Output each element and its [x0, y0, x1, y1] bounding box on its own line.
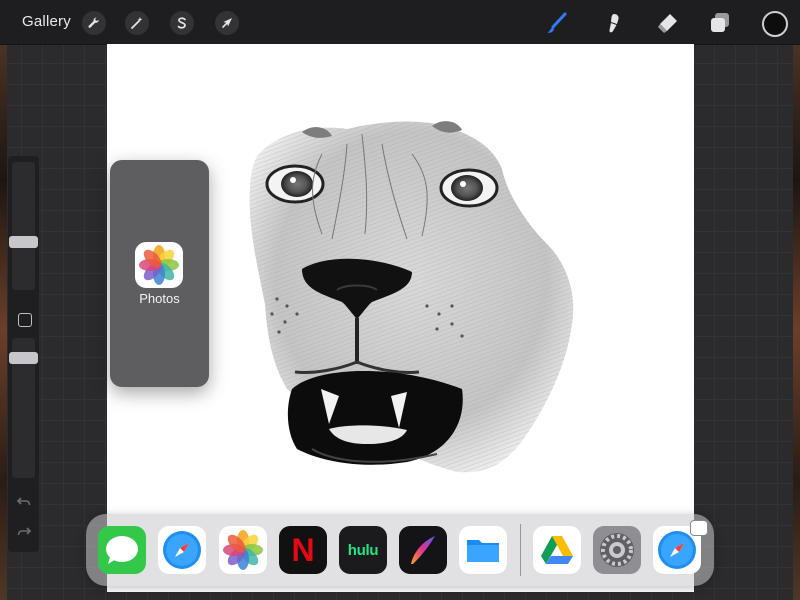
- undo-icon[interactable]: [16, 494, 32, 510]
- hulu-glyph: hulu: [347, 541, 379, 559]
- gallery-button[interactable]: Gallery: [22, 13, 71, 30]
- layers-icon[interactable]: [707, 10, 733, 36]
- netflix-glyph: N: [291, 531, 315, 568]
- smudge-icon[interactable]: [600, 10, 626, 36]
- modify-button[interactable]: [18, 313, 32, 327]
- opacity-slider[interactable]: [9, 338, 38, 478]
- app-dock: N hulu: [86, 514, 714, 586]
- safari-icon[interactable]: [158, 526, 206, 574]
- brush-size-thumb[interactable]: [9, 236, 38, 248]
- photos-label: Photos: [139, 291, 180, 306]
- google-drive-icon[interactable]: [533, 526, 581, 574]
- hulu-icon[interactable]: hulu: [339, 526, 387, 574]
- files-icon[interactable]: [459, 526, 507, 574]
- laptop-handoff-icon: [690, 520, 708, 536]
- dock-divider: [520, 524, 521, 576]
- selection-s-icon[interactable]: [170, 11, 194, 35]
- photos-icon[interactable]: [135, 242, 183, 288]
- procreate-icon[interactable]: [399, 526, 447, 574]
- magic-wand-icon[interactable]: [125, 11, 149, 35]
- opacity-thumb[interactable]: [9, 352, 38, 364]
- redo-icon[interactable]: [16, 524, 32, 540]
- wallpaper-edge-right: [793, 0, 800, 600]
- netflix-icon[interactable]: N: [279, 526, 327, 574]
- photos-icon[interactable]: [219, 526, 267, 574]
- color-picker-button[interactable]: [762, 11, 788, 37]
- brush-size-slider[interactable]: [9, 162, 38, 290]
- wrench-icon[interactable]: [82, 11, 106, 35]
- brush-sidebar: [8, 156, 39, 552]
- wallpaper-edge-left: [0, 0, 7, 600]
- photos-slide-over[interactable]: Photos: [110, 160, 209, 387]
- top-toolbar: Gallery: [0, 0, 800, 45]
- messages-icon[interactable]: [98, 526, 146, 574]
- arrow-cursor-icon[interactable]: [215, 11, 239, 35]
- eraser-icon[interactable]: [654, 10, 680, 36]
- brush-icon[interactable]: [544, 10, 570, 36]
- settings-icon[interactable]: [593, 526, 641, 574]
